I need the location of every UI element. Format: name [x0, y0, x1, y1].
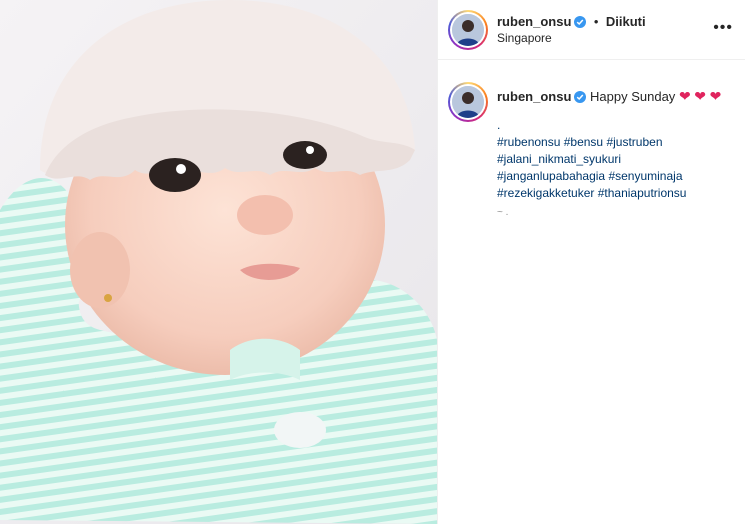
heart-emoji-icon: ❤ [694, 88, 707, 104]
more-options-icon[interactable]: ••• [713, 20, 733, 36]
caption-dot: . [497, 118, 501, 132]
baby-photo-image [0, 0, 437, 524]
following-button[interactable]: Diikuti [606, 14, 646, 29]
heart-emoji-icon: ❤ [678, 88, 691, 104]
avatar [452, 13, 484, 46]
profile-photo-icon [452, 13, 484, 46]
hashtag-link[interactable]: #bensu [564, 135, 603, 149]
separator-dot: • [593, 13, 599, 29]
caption-text: Happy Sunday [590, 89, 676, 104]
hashtag-link[interactable]: #rezekigakketuker [497, 186, 594, 200]
caption-avatar [452, 86, 484, 118]
profile-photo-icon [452, 86, 484, 118]
header-username[interactable]: ruben_onsu [497, 14, 571, 29]
heart-emoji-icon: ❤ [709, 88, 722, 104]
post-sidebar: ruben_onsu • Diikuti Singapore ••• ruben… [437, 0, 745, 524]
hashtag-link[interactable]: #rubenonsu [497, 135, 560, 149]
post-photo[interactable] [0, 0, 437, 524]
story-ring[interactable] [448, 9, 488, 50]
hashtag-link[interactable]: #justruben [606, 135, 662, 149]
hashtag-link[interactable]: #janganlupabahagia [497, 169, 605, 183]
instagram-post: ruben_onsu • Diikuti Singapore ••• ruben… [0, 0, 745, 524]
hashtag-link[interactable]: #thaniaputrionsu [598, 186, 687, 200]
hashtag-link[interactable]: #senyuminaja [608, 169, 682, 183]
hashtag-list: . #rubenonsu #bensu #justruben #jalani_n… [497, 117, 733, 202]
verified-badge-icon [574, 90, 587, 103]
caption-username[interactable]: ruben_onsu [497, 89, 571, 104]
caption-story-ring[interactable] [448, 82, 488, 122]
caption-tail: ~ . [497, 207, 509, 218]
verified-badge-icon [574, 15, 587, 28]
post-caption: ruben_onsu Happy Sunday ❤ ❤ ❤ . #rubenon… [438, 60, 745, 218]
post-header: ruben_onsu • Diikuti Singapore ••• [438, 0, 745, 60]
location-link[interactable]: Singapore [497, 30, 646, 46]
hashtag-link[interactable]: #jalani_nikmati_syukuri [497, 152, 621, 166]
